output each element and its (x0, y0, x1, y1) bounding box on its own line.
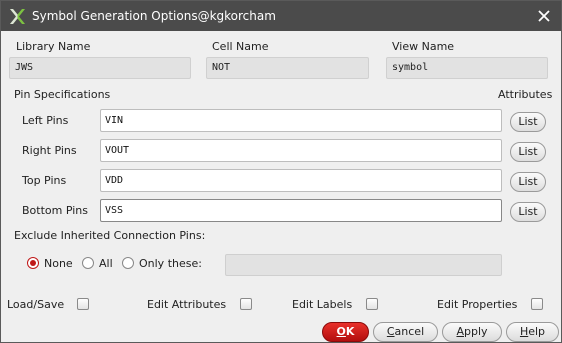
only-these-input (225, 254, 502, 276)
symbol-generation-dialog: Symbol Generation Options@kgkorcham Libr… (0, 0, 562, 343)
attributes-label: Attributes (498, 88, 553, 101)
top-pins-label: Top Pins (22, 174, 67, 187)
cancel-label-rest: ancel (394, 325, 425, 338)
edit-labels-label: Edit Labels (292, 298, 353, 311)
top-pins-input[interactable]: VDD (100, 169, 502, 192)
left-pins-input[interactable]: VIN (100, 109, 502, 132)
pin-specifications-label: Pin Specifications (14, 88, 111, 101)
exclude-none-label: None (44, 257, 73, 270)
view-name-field: symbol (386, 57, 548, 79)
title-bar[interactable]: Symbol Generation Options@kgkorcham (1, 1, 561, 31)
left-pins-label: Left Pins (22, 114, 69, 127)
window-title: Symbol Generation Options@kgkorcham (32, 9, 276, 23)
right-pins-input[interactable]: VOUT (100, 139, 502, 162)
right-pins-label: Right Pins (22, 144, 77, 157)
library-name-label: Library Name (16, 40, 91, 53)
edit-attributes-label: Edit Attributes (147, 298, 227, 311)
apply-button[interactable]: Apply (442, 322, 502, 342)
exclude-inherited-label: Exclude Inherited Connection Pins: (14, 229, 206, 242)
cancel-button[interactable]: Cancel (373, 322, 438, 342)
edit-properties-checkbox[interactable] (531, 298, 543, 310)
exclude-all-radio[interactable] (82, 257, 94, 269)
cell-name-field: NOT (206, 57, 369, 79)
edit-properties-label: Edit Properties (437, 298, 518, 311)
close-icon[interactable] (535, 7, 553, 25)
cell-name-label: Cell Name (212, 40, 269, 53)
library-name-field: JWS (9, 57, 191, 79)
ok-label-rest: K (345, 325, 355, 338)
edit-labels-checkbox[interactable] (366, 298, 378, 310)
bottom-pins-input[interactable]: VSS (100, 199, 502, 222)
apply-mnemonic: A (456, 325, 464, 338)
bottom-pins-label: Bottom Pins (22, 204, 88, 217)
exclude-only-these-radio[interactable] (122, 257, 134, 269)
ok-button[interactable]: OK (322, 322, 369, 342)
load-save-label: Load/Save (7, 298, 65, 311)
cancel-mnemonic: C (386, 325, 395, 338)
help-button[interactable]: Help (506, 322, 559, 342)
view-name-label: View Name (392, 40, 455, 53)
apply-label-rest: pply (464, 325, 488, 338)
help-label-rest: elp (528, 325, 546, 338)
help-mnemonic: H (519, 325, 529, 338)
exclude-all-label: All (99, 257, 113, 270)
right-pins-list-button[interactable]: List (510, 142, 546, 162)
left-pins-list-button[interactable]: List (510, 112, 546, 132)
ok-mnemonic: O (336, 325, 346, 338)
app-x-icon (10, 9, 25, 24)
bottom-pins-list-button[interactable]: List (510, 202, 546, 222)
exclude-none-radio[interactable] (27, 257, 39, 269)
load-save-checkbox[interactable] (77, 298, 89, 310)
exclude-only-these-label: Only these: (139, 257, 202, 270)
top-pins-list-button[interactable]: List (510, 172, 546, 192)
edit-attributes-checkbox[interactable] (240, 298, 252, 310)
